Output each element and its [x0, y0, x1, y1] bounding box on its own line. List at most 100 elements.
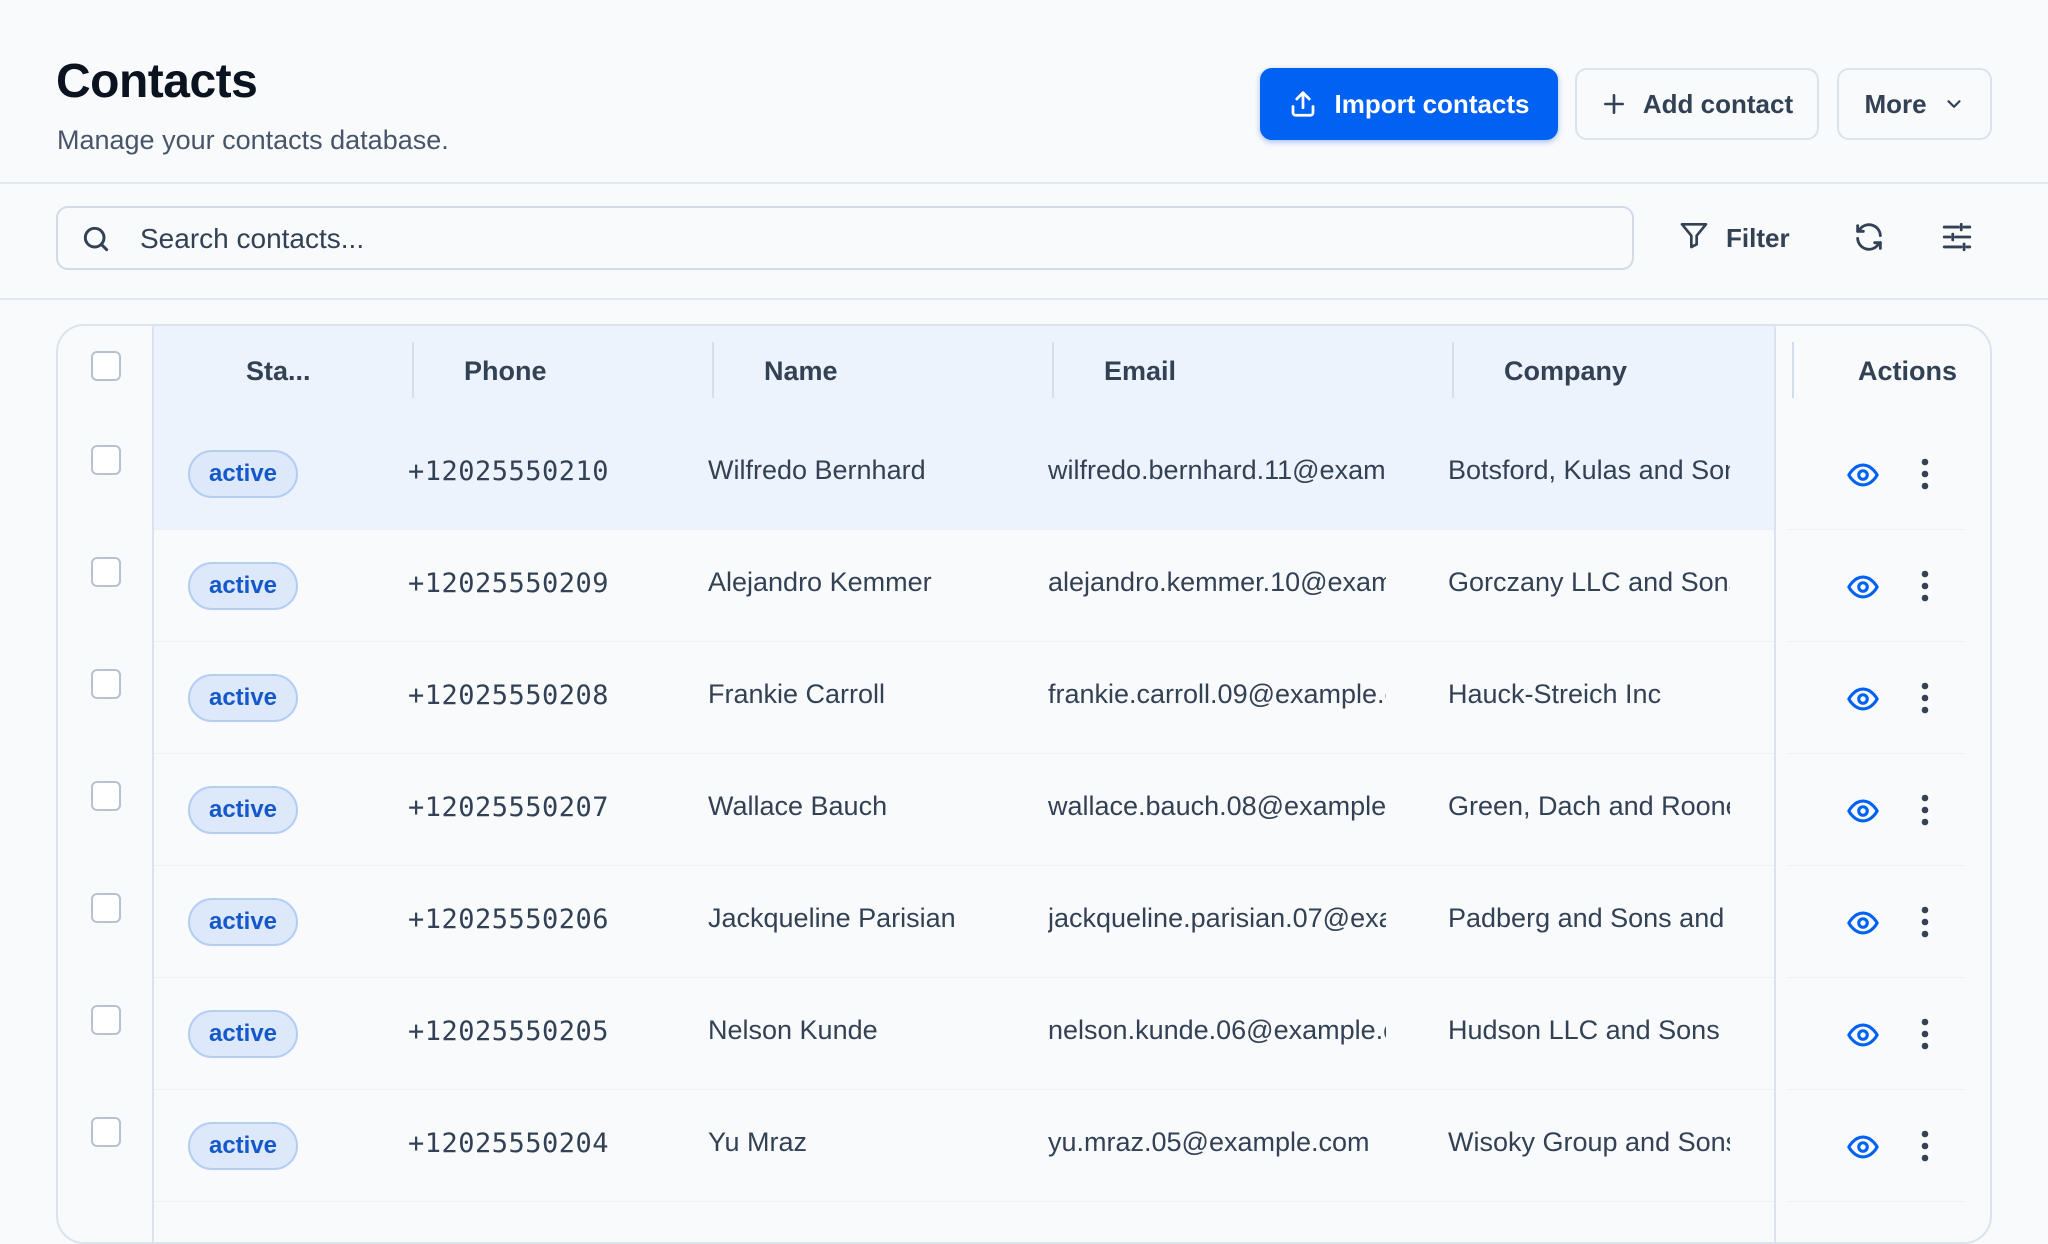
page-title: Contacts [56, 55, 258, 108]
view-contact-button[interactable] [1846, 1130, 1880, 1169]
more-vertical-icon [1918, 1130, 1932, 1168]
page-header: Contacts Manage your contacts database. … [0, 0, 2048, 184]
row-divider [1788, 1201, 1964, 1202]
column-header-email[interactable]: Email [1104, 356, 1176, 387]
select-all-checkbox[interactable] [91, 351, 121, 381]
phone-cell: +12025550207 [408, 792, 610, 823]
status-badge: active [188, 898, 298, 946]
more-vertical-icon [1918, 682, 1932, 720]
view-contact-button[interactable] [1846, 794, 1880, 833]
eye-icon [1846, 463, 1880, 496]
row-menu-button[interactable] [1918, 680, 1932, 721]
eye-icon [1846, 575, 1880, 608]
phone-cell: +12025550206 [408, 904, 610, 935]
phone-cell: +12025550205 [408, 1016, 610, 1047]
email-cell: yu.mraz.05@example.com [1048, 1127, 1370, 1157]
name-cell: Nelson Kunde [708, 1015, 878, 1045]
contacts-table: Sta... Phone Name Email Company Actions … [56, 324, 1992, 1244]
table-row[interactable]: active +12025550205 Nelson Kunde nelson.kun… [58, 978, 1990, 1090]
status-badge: active [188, 1122, 298, 1170]
row-menu-button[interactable] [1918, 904, 1932, 945]
view-contact-button[interactable] [1846, 570, 1880, 609]
phone-cell: +12025550204 [408, 1128, 610, 1159]
company-cell: Wisoky Group and Sons [1448, 1127, 1730, 1157]
row-divider [154, 1201, 1774, 1202]
row-menu-button[interactable] [1918, 456, 1932, 497]
column-resize-handle[interactable] [1792, 342, 1794, 398]
table-row[interactable]: active +12025550210 Wilfredo Bernhard wilfr… [58, 418, 1990, 530]
plus-icon [1601, 91, 1627, 117]
email-cell: frankie.carroll.09@example.com [1048, 679, 1386, 709]
column-header-name[interactable]: Name [764, 356, 838, 387]
row-checkbox[interactable] [91, 1005, 121, 1035]
table-row[interactable]: active +12025550208 Frankie Carroll frankie… [58, 642, 1990, 754]
column-header-phone[interactable]: Phone [464, 356, 547, 387]
view-contact-button[interactable] [1846, 1018, 1880, 1057]
more-vertical-icon [1918, 1018, 1932, 1056]
search-input[interactable] [138, 216, 1602, 262]
search-icon [80, 223, 112, 260]
table-row[interactable]: active +12025550206 Jackqueline Parisian ja… [58, 866, 1990, 978]
column-header-status[interactable]: Sta... [246, 356, 311, 387]
company-cell: Hudson LLC and Sons [1448, 1015, 1720, 1045]
name-cell: Jackqueline Parisian [708, 903, 956, 933]
row-checkbox[interactable] [91, 445, 121, 475]
table-header: Sta... Phone Name Email Company [154, 326, 1794, 418]
search-box[interactable] [56, 206, 1634, 270]
name-cell: Yu Mraz [708, 1127, 808, 1157]
column-header-company[interactable]: Company [1504, 356, 1627, 387]
eye-icon [1846, 799, 1880, 832]
more-label: More [1864, 88, 1927, 119]
filter-icon [1678, 219, 1710, 258]
view-contact-button[interactable] [1846, 906, 1880, 945]
page-subtitle: Manage your contacts database. [57, 125, 449, 155]
refresh-icon [1852, 223, 1886, 258]
phone-cell: +12025550210 [408, 456, 610, 487]
import-contacts-button[interactable]: Import contacts [1260, 68, 1558, 140]
upload-icon [1288, 89, 1318, 119]
column-resize-handle[interactable] [412, 342, 414, 398]
row-menu-button[interactable] [1918, 792, 1932, 833]
row-checkbox[interactable] [91, 669, 121, 699]
filter-button[interactable]: Filter [1678, 216, 1790, 260]
row-menu-button[interactable] [1918, 1016, 1932, 1057]
refresh-button[interactable] [1852, 220, 1886, 259]
view-contact-button[interactable] [1846, 682, 1880, 721]
phone-cell: +12025550208 [408, 680, 610, 711]
column-resize-handle[interactable] [712, 342, 714, 398]
eye-icon [1846, 1023, 1880, 1056]
table-row[interactable]: active +12025550204 Yu Mraz yu.mraz.05@exam… [58, 1090, 1990, 1202]
column-resize-handle[interactable] [1052, 342, 1054, 398]
row-menu-button[interactable] [1918, 568, 1932, 609]
status-badge: active [188, 786, 298, 834]
email-cell: alejandro.kemmer.10@example.com [1048, 567, 1386, 597]
table-row[interactable]: active +12025550207 Wallace Bauch wallace.b… [58, 754, 1990, 866]
company-cell: Botsford, Kulas and Sons [1448, 455, 1730, 485]
more-vertical-icon [1918, 570, 1932, 608]
filter-label: Filter [1726, 222, 1790, 253]
row-checkbox[interactable] [91, 893, 121, 923]
email-cell: wilfredo.bernhard.11@example.com [1048, 455, 1386, 485]
phone-cell: +12025550209 [408, 568, 610, 599]
eye-icon [1846, 1135, 1880, 1168]
company-cell: Padberg and Sons and Co [1448, 903, 1730, 933]
name-cell: Frankie Carroll [708, 679, 886, 709]
row-menu-button[interactable] [1918, 1128, 1932, 1169]
column-resize-handle[interactable] [1452, 342, 1454, 398]
more-button[interactable]: More [1837, 68, 1992, 140]
row-checkbox[interactable] [91, 557, 121, 587]
table-row[interactable]: active +12025550209 Alejandro Kemmer alejan… [58, 530, 1990, 642]
email-cell: jackqueline.parisian.07@example.com [1048, 903, 1386, 933]
more-vertical-icon [1918, 458, 1932, 496]
name-cell: Alejandro Kemmer [708, 567, 932, 597]
column-settings-button[interactable] [1940, 220, 1974, 259]
view-contact-button[interactable] [1846, 458, 1880, 497]
column-header-actions: Actions [1858, 356, 1958, 386]
add-contact-button[interactable]: Add contact [1575, 68, 1819, 140]
company-cell: Gorczany LLC and Sons [1448, 567, 1730, 597]
row-checkbox[interactable] [91, 1117, 121, 1147]
import-contacts-label: Import contacts [1334, 88, 1530, 119]
email-cell: wallace.bauch.08@example.com [1048, 791, 1386, 821]
status-badge: active [188, 450, 298, 498]
row-checkbox[interactable] [91, 781, 121, 811]
